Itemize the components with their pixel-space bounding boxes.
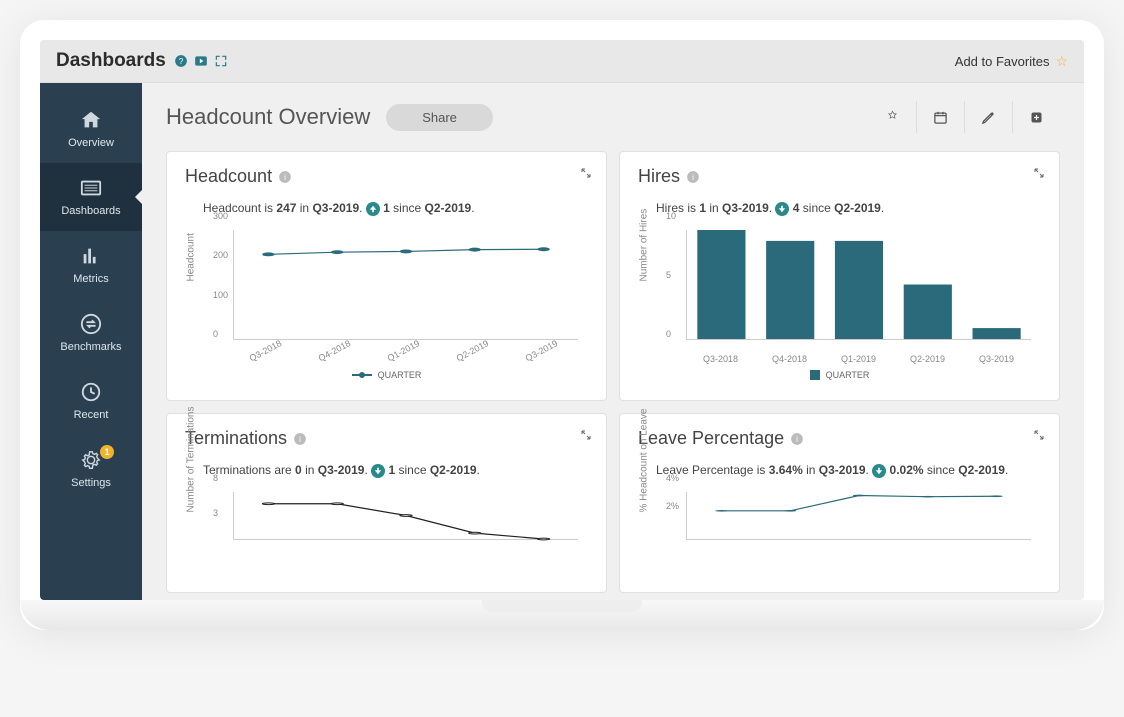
fullscreen-icon[interactable] [214,54,228,68]
star-icon: ☆ [1055,53,1068,70]
svg-text:i: i [692,172,694,181]
share-button[interactable]: Share [386,104,493,131]
expand-card-button[interactable] [580,428,592,446]
sidebar-item-dashboards[interactable]: Dashboards [40,163,142,231]
sidebar-item-overview[interactable]: Overview [40,95,142,163]
legend-marker-icon [810,370,820,380]
laptop-notch [482,600,642,612]
sidebar-item-recent[interactable]: Recent [40,367,142,435]
sidebar: Overview Dashboards Metrics Benchmarks R… [40,83,142,600]
sidebar-item-label: Dashboards [61,205,120,217]
card-title-text: Leave Percentage [638,428,784,449]
filter-icon [885,110,900,125]
page-header: Headcount Overview Share [166,101,1060,133]
topbar: Dashboards ? Add to Favorites ☆ [40,40,1084,83]
chart-legend: QUARTER [185,370,588,380]
exchange-icon [80,313,102,335]
sidebar-item-settings[interactable]: 1 Settings [40,435,142,503]
home-icon [80,109,102,131]
y-axis-label: % Headcount on Leave [639,408,650,512]
card-title: Leave Percentage i [638,428,1041,449]
card-grid: Headcount i Headcount is 247 in Q3-2019.… [166,151,1060,593]
chart-legend: QUARTER [638,370,1041,380]
card-title: Hires i [638,166,1041,187]
expand-card-button[interactable] [1033,166,1045,184]
main-content: Headcount Overview Share Headcount i Hea… [142,83,1084,600]
info-icon[interactable]: i [293,432,307,446]
filter-button[interactable] [868,101,916,133]
arrow-down-icon [872,464,886,478]
sidebar-item-label: Metrics [73,273,108,285]
card-summary: Hires is 1 in Q3-2019. 4 since Q2-2019. [656,201,1041,216]
arrow-down-icon [371,464,385,478]
page-title: Headcount Overview [166,104,370,130]
sidebar-item-label: Recent [74,409,109,421]
chart-terminations: Number of Terminations 38 [185,488,588,566]
svg-text:i: i [299,434,301,443]
dashboard-icon [80,177,102,199]
y-axis-label: Number of Hires [639,209,650,282]
chart-headcount: Headcount 0100200300 Q3-2018Q4-2018Q1-20… [185,226,588,366]
info-icon[interactable]: i [278,170,292,184]
favorites-label: Add to Favorites [955,54,1050,69]
card-summary: Headcount is 247 in Q3-2019. 1 since Q2-… [203,201,588,216]
add-to-favorites-link[interactable]: Add to Favorites ☆ [955,53,1068,70]
expand-card-button[interactable] [580,166,592,184]
calendar-icon [933,110,948,125]
notification-badge: 1 [100,445,114,459]
edit-button[interactable] [964,101,1012,133]
play-icon[interactable] [194,54,208,68]
calendar-button[interactable] [916,101,964,133]
card-title: Terminations i [185,428,588,449]
clock-icon [80,381,102,403]
legend-marker-icon [352,371,372,379]
sidebar-item-metrics[interactable]: Metrics [40,231,142,299]
add-button[interactable] [1012,101,1060,133]
sidebar-item-label: Settings [71,477,111,489]
svg-text:i: i [284,172,286,181]
app-body: Overview Dashboards Metrics Benchmarks R… [40,83,1084,600]
pencil-icon [981,110,996,125]
laptop-frame: Dashboards ? Add to Favorites ☆ Overview… [20,20,1104,630]
info-icon[interactable]: i [686,170,700,184]
chart-hires: Number of Hires 0510 Q3-2018Q4-2018Q1-20… [638,226,1041,366]
app-screen: Dashboards ? Add to Favorites ☆ Overview… [40,40,1084,600]
expand-card-button[interactable] [1033,428,1045,446]
card-summary: Terminations are 0 in Q3-2019. 1 since Q… [203,463,588,478]
topbar-title: Dashboards [56,50,166,72]
card-hires: Hires i Hires is 1 in Q3-2019. 4 since Q… [619,151,1060,401]
sidebar-item-benchmarks[interactable]: Benchmarks [40,299,142,367]
chart-leave: % Headcount on Leave 2%4% [638,488,1041,566]
svg-text:i: i [796,434,798,443]
card-title-text: Headcount [185,166,272,187]
y-axis-label: Headcount [186,233,197,281]
card-terminations: Terminations i Terminations are 0 in Q3-… [166,413,607,593]
help-icon[interactable]: ? [174,54,188,68]
card-title: Headcount i [185,166,588,187]
arrow-down-icon [775,202,789,216]
bar-chart-icon [80,245,102,267]
laptop-base [20,600,1104,630]
card-summary: Leave Percentage is 3.64% in Q3-2019. 0.… [656,463,1041,478]
arrow-up-icon [366,202,380,216]
plus-icon [1029,110,1044,125]
card-headcount: Headcount i Headcount is 247 in Q3-2019.… [166,151,607,401]
page-toolbar [868,101,1060,133]
card-title-text: Hires [638,166,680,187]
sidebar-item-label: Overview [68,137,114,149]
info-icon[interactable]: i [790,432,804,446]
card-leave: Leave Percentage i Leave Percentage is 3… [619,413,1060,593]
topbar-icon-group: ? [174,54,228,68]
svg-text:?: ? [179,57,184,66]
card-title-text: Terminations [185,428,287,449]
sidebar-item-label: Benchmarks [60,341,121,353]
gear-icon [80,449,102,471]
y-axis-label: Number of Terminations [186,406,197,512]
